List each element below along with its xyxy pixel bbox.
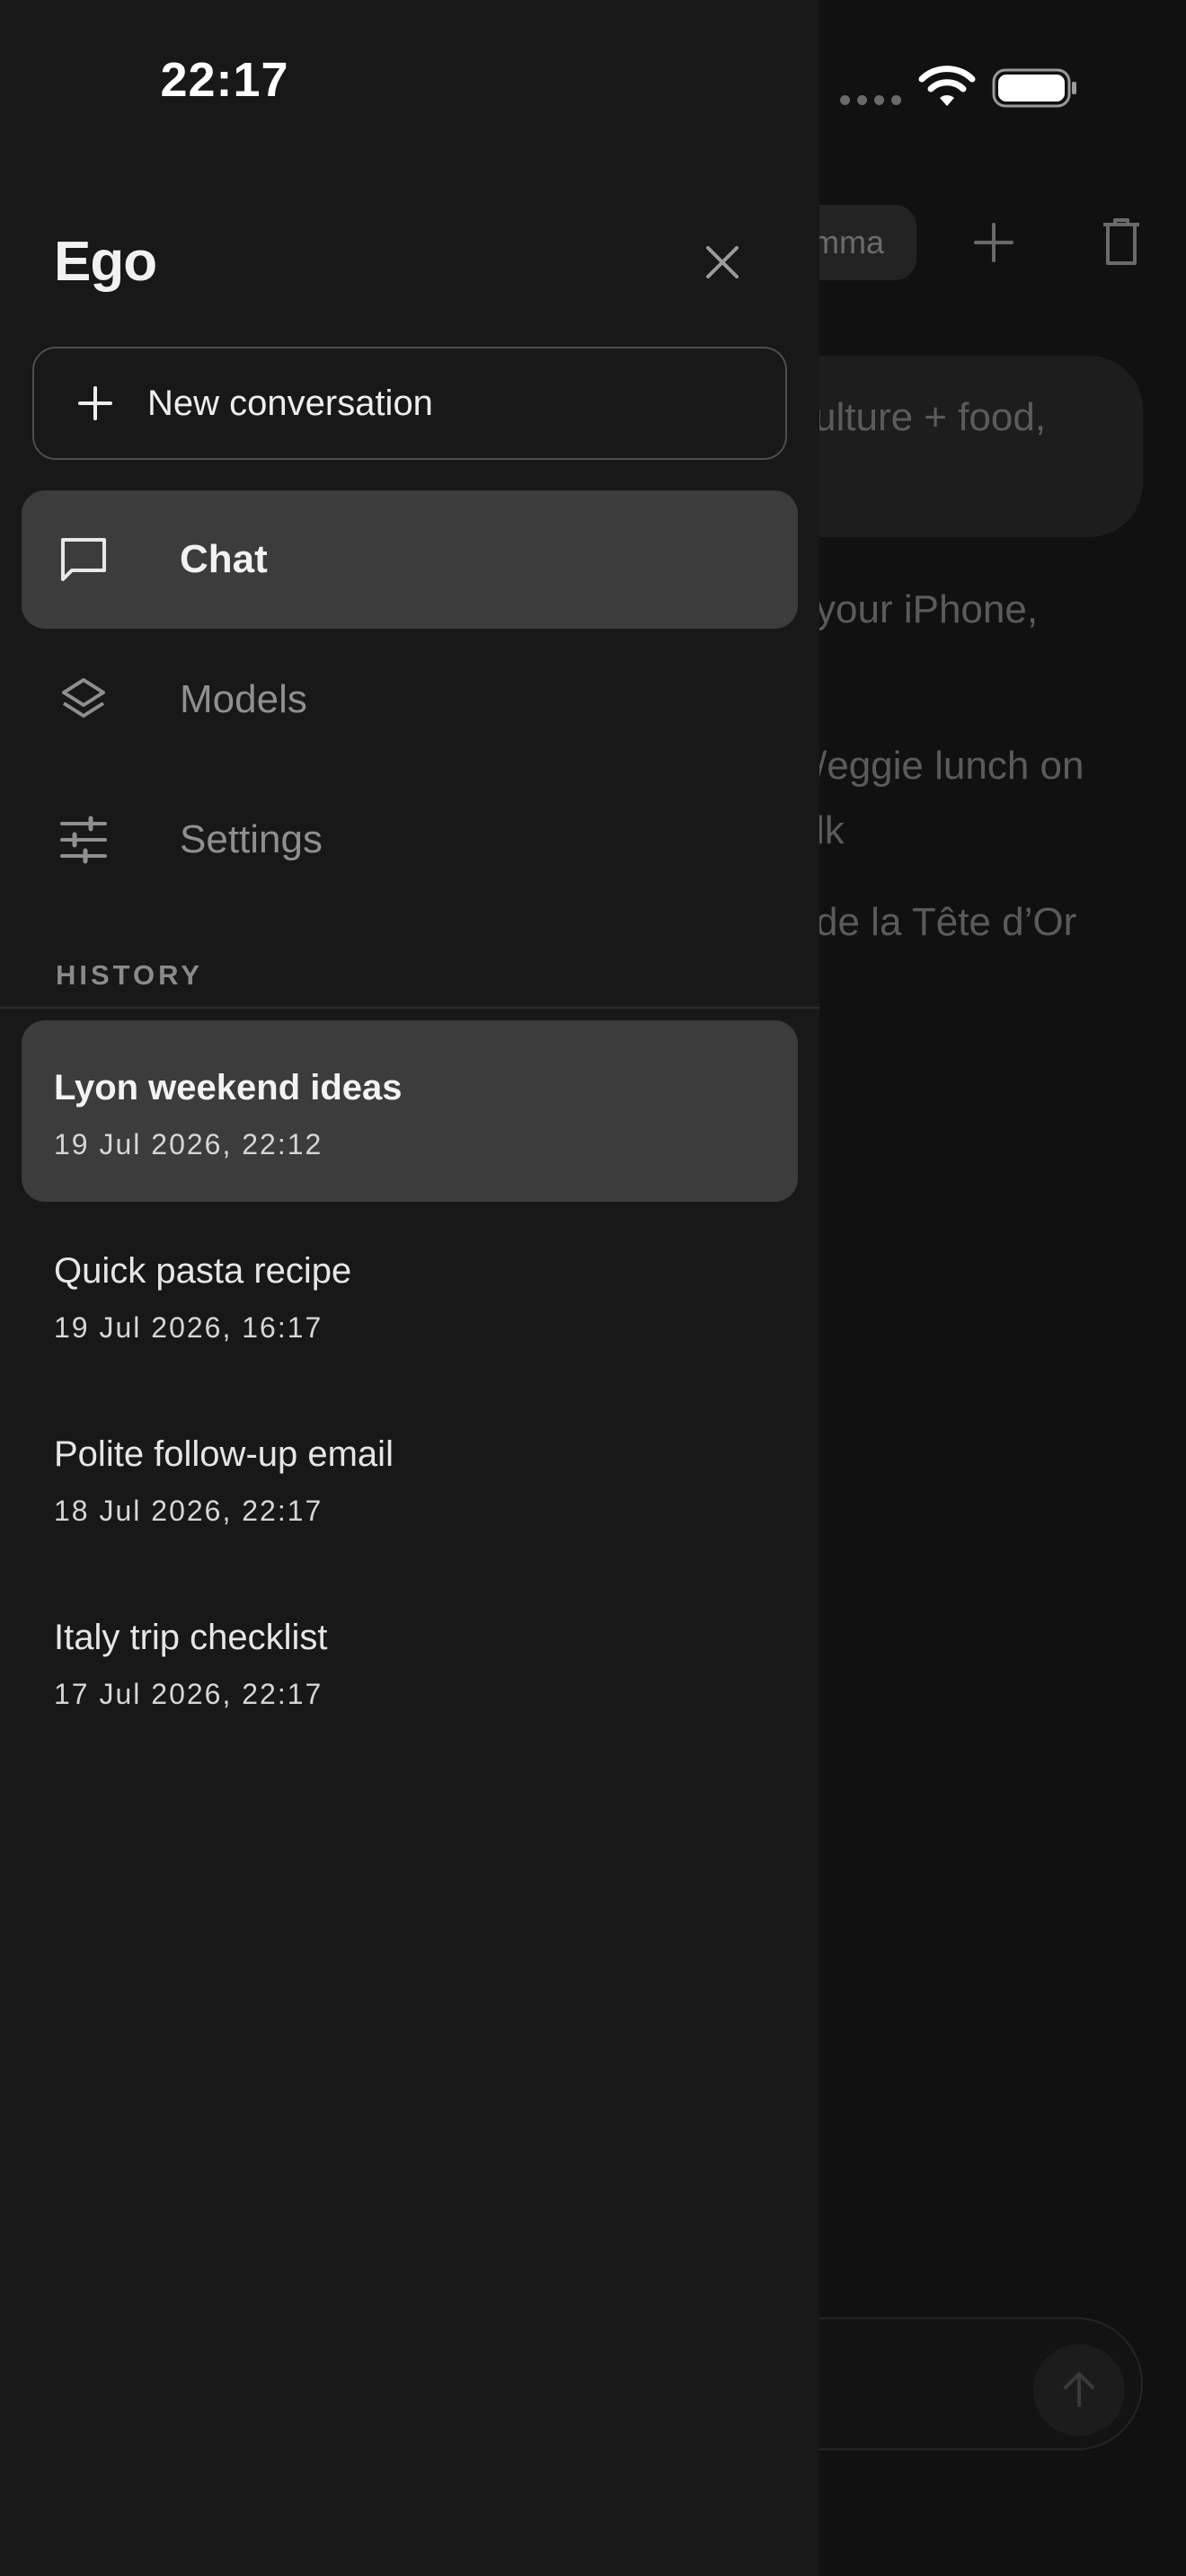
app-screen: mma ulture + food, your iPhone, /eggie l…: [0, 0, 1186, 2576]
response-line: your iPhone,: [816, 587, 1039, 631]
history-item[interactable]: Italy trip checklist 17 Jul 2026, 22:17: [22, 1570, 798, 1751]
history-heading: HISTORY: [56, 959, 204, 991]
history-item-title: Quick pasta recipe: [54, 1251, 352, 1291]
history-item[interactable]: Polite follow-up email 18 Jul 2026, 22:1…: [22, 1387, 798, 1568]
history-item-date: 19 Jul 2026, 16:17: [54, 1311, 323, 1344]
layers-icon: [58, 674, 110, 726]
nav-item-label: Settings: [180, 817, 323, 861]
response-line: de la Tête d’Or: [816, 900, 1077, 944]
close-drawer-button[interactable]: [695, 235, 749, 289]
nav-item-label: Chat: [180, 537, 268, 581]
history-item-title: Italy trip checklist: [54, 1618, 328, 1657]
history-item-date: 17 Jul 2026, 22:17: [54, 1678, 323, 1710]
arrow-up-icon: [1064, 2372, 1094, 2407]
drawer-title: Ego: [54, 231, 157, 293]
user-message-text: ulture + food,: [814, 395, 1047, 439]
history-item[interactable]: Lyon weekend ideas 19 Jul 2026, 22:12: [22, 1020, 798, 1202]
trash-icon[interactable]: [1102, 217, 1141, 266]
nav-item-models[interactable]: Models: [22, 631, 798, 769]
chat-bubble-icon: [58, 534, 110, 586]
navigation-drawer: 22:17 Ego New conversation Chat Models S…: [0, 0, 819, 2576]
nav-item-label: Models: [180, 677, 307, 721]
response-line: lk: [816, 808, 845, 852]
send-button[interactable]: [1033, 2344, 1125, 2436]
history-item-title: Lyon weekend ideas: [54, 1068, 403, 1107]
sliders-icon: [58, 814, 110, 866]
history-divider: [0, 1007, 819, 1009]
nav-item-settings[interactable]: Settings: [22, 771, 798, 909]
cellular-signal-icon: [840, 95, 901, 105]
battery-icon: [992, 68, 1076, 108]
new-conversation-button[interactable]: New conversation: [32, 347, 787, 460]
history-item-date: 18 Jul 2026, 22:17: [54, 1495, 323, 1527]
plus-icon: [78, 386, 112, 420]
close-icon: [706, 246, 739, 278]
nav-item-chat[interactable]: Chat: [22, 490, 798, 629]
history-item-date: 19 Jul 2026, 22:12: [54, 1128, 323, 1160]
new-conversation-label: New conversation: [147, 383, 433, 423]
wifi-icon: [918, 66, 976, 106]
status-time: 22:17: [160, 53, 289, 107]
new-chat-plus-icon[interactable]: [972, 221, 1015, 264]
response-line: /eggie lunch on: [816, 744, 1084, 788]
history-item-title: Polite follow-up email: [54, 1434, 394, 1474]
history-item[interactable]: Quick pasta recipe 19 Jul 2026, 16:17: [22, 1204, 798, 1385]
